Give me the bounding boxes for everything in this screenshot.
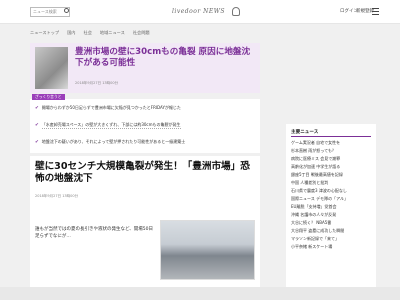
article-date: 2018年9月27日 13時00分 [35, 194, 79, 198]
logo-mascot-icon [232, 7, 240, 16]
sidebar: 主要ニュース ゲーム実況者 自宅で女性を 杉本直樹 雨が怒っても？ 病院に医療ミ… [286, 124, 376, 300]
summary-tag: ざっくり言うと [32, 94, 65, 100]
sidebar-news-item[interactable]: 大谷翔平 盗塁に成功した瞬間 [291, 227, 373, 235]
sidebar-heading: 主要ニュース [291, 130, 319, 135]
sidebar-news-item[interactable]: 石川県で震度3 津波の心配なし [291, 187, 373, 195]
search-icon[interactable] [64, 8, 69, 13]
article-card: 壁に30センチ大規模亀裂が発生！「豊洲市場」恐怖の地盤沈下 2018年9月27日… [30, 156, 260, 300]
summary-box: ✔ 開場からわずか50日足らずで豊洲市場に欠陥が見つかったとFRIDAYが報じた … [30, 99, 260, 153]
hero-card[interactable]: 豊洲市場の壁に30cmもの亀裂 原因に地盤沈下がある可能性 2018年9月27日… [30, 43, 260, 93]
article-title: 壁に30センチ大規模亀裂が発生！「豊洲市場」恐怖の地盤沈下 [35, 161, 250, 184]
hero-title[interactable]: 豊洲市場の壁に30cmもの亀裂 原因に地盤沈下がある可能性 [75, 47, 257, 69]
nav-item-local-news[interactable]: 地域ニュース [100, 29, 125, 37]
sidebar-news-item[interactable]: 病院に医療ミス 会見で謝罪 [291, 155, 373, 163]
sidebar-news-item[interactable]: 小平奈緒 新スケート場 [291, 243, 373, 251]
sidebar-news-item[interactable]: 高齢化が加速 中学生が語る [291, 163, 373, 171]
check-icon: ✔ [35, 140, 39, 145]
sidebar-news-item[interactable]: 沖縄 名護市の人々が反発 [291, 211, 373, 219]
sidebar-news-item[interactable]: 国際ニュース デモ隊の「アル」 [291, 195, 373, 203]
sidebar-news-item[interactable]: 銀座5丁目 戦後最高値を記録 [291, 171, 373, 179]
site-header: ニュース検索 livedoor NEWS ログイン 新規登録 [0, 0, 400, 24]
nav-item-top[interactable]: ニューストップ [30, 29, 59, 37]
sidebar-news-item[interactable]: 大谷に続く？ NBA5番 [291, 219, 373, 227]
sidebar-news-item[interactable]: EU離脱「支持増」党首会 [291, 203, 373, 211]
sidebar-news-item[interactable]: マラソン新記録で「来て」 [291, 235, 373, 243]
sidebar-news-item[interactable]: ゲーム実況者 自宅で女性を [291, 139, 373, 147]
bottom-bar [0, 287, 400, 300]
sidebar-news-list: ゲーム実況者 自宅で女性を 杉本直樹 雨が怒っても？ 病院に医療ミス 会見で謝罪… [291, 139, 373, 251]
article-photo [160, 220, 255, 280]
sidebar-news-item[interactable]: 中国 人種差別と批判 [291, 179, 373, 187]
check-icon: ✔ [35, 123, 39, 128]
site-logo[interactable]: livedoor NEWS [172, 7, 225, 17]
menu-icon[interactable] [372, 8, 379, 15]
summary-item: ✔ 地盤沈下の疑いがあり、それによって壁が押されたり可能性があると一級建築士 [35, 139, 186, 145]
breadcrumb-nav: ニューストップ 国内 社会 地域ニュース 社会問題 [30, 29, 158, 37]
nav-item-society[interactable]: 社会 [84, 29, 92, 37]
nav-item-social-issues[interactable]: 社会問題 [133, 29, 150, 37]
sidebar-news-item[interactable]: 杉本直樹 雨が怒っても？ [291, 147, 373, 155]
check-icon: ✔ [35, 106, 39, 111]
hero-image [35, 47, 68, 89]
summary-item: ✔ 開場からわずか50日足らずで豊洲市場に欠陥が見つかったとFRIDAYが報じた [35, 105, 181, 111]
nav-item-domestic[interactable]: 国内 [67, 29, 75, 37]
hero-date: 2018年9月27日 13時00分 [75, 81, 119, 85]
sidebar-divider [291, 136, 371, 137]
article-body: 誰もが当然ではの夏の長引きや液状の発生など、開場50日足らずでなにが… [35, 227, 153, 239]
summary-item: ✔ 「水産卸売場スペース」の壁が大きくずれ、下部には約30cmもの亀裂が発生 [35, 122, 181, 129]
